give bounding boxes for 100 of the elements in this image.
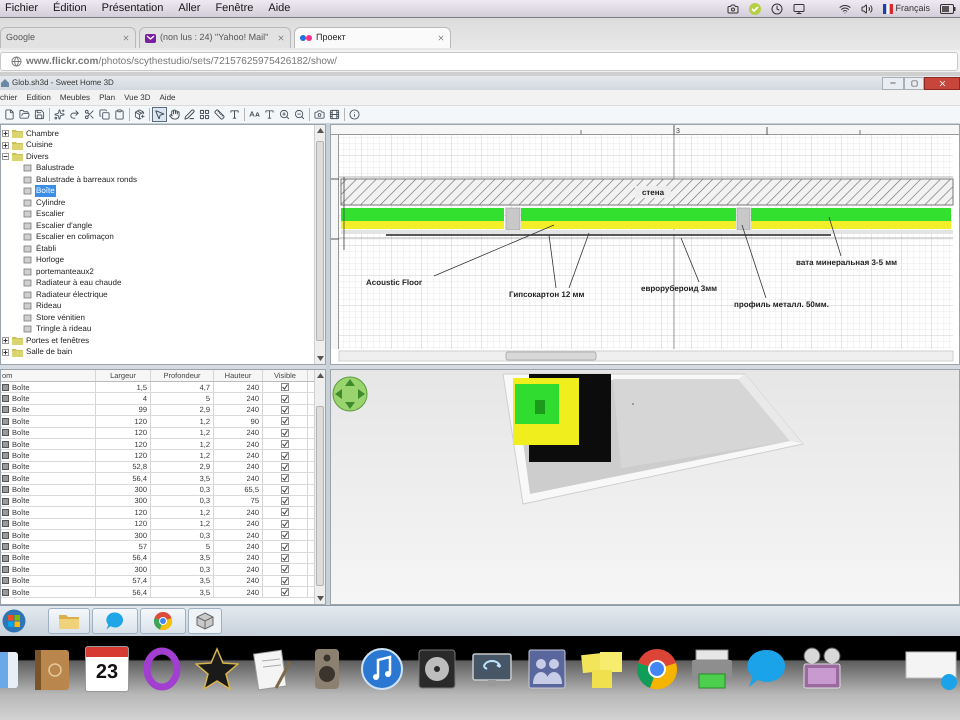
catalog-item[interactable]: Balustrade (35, 162, 76, 174)
check-badge-icon[interactable] (749, 2, 762, 14)
room-tool-button[interactable] (197, 107, 212, 122)
visible-checkbox[interactable] (281, 474, 289, 482)
visible-checkbox[interactable] (281, 542, 289, 551)
wifi-icon[interactable] (839, 2, 852, 14)
catalog-item[interactable]: Rideau (35, 300, 62, 312)
category-item[interactable]: Salle de bain (26, 346, 72, 358)
visible-checkbox[interactable] (281, 497, 289, 506)
paste-icon[interactable] (114, 109, 125, 120)
speaker-icon[interactable] (861, 2, 874, 14)
catalog-item[interactable]: portemanteaux2 (35, 266, 95, 278)
category-item[interactable]: Chambre (26, 128, 59, 140)
music-note-icon[interactable] (360, 646, 404, 692)
pan-tool-button[interactable] (167, 107, 182, 122)
taskbar-button[interactable] (92, 608, 138, 634)
category-item[interactable]: Divers (26, 150, 49, 163)
visible-checkbox[interactable] (281, 508, 289, 516)
browser-tab[interactable]: Google (0, 27, 136, 48)
horizontal-scrollbar[interactable] (338, 350, 954, 362)
dimension-tool-button[interactable] (212, 107, 227, 122)
scroll-up-icon[interactable] (316, 128, 324, 133)
plus-toggle-icon[interactable] (2, 337, 9, 344)
film-icon[interactable] (329, 109, 340, 120)
menu-item[interactable]: Fichier (5, 0, 38, 17)
catalog-item[interactable]: Escalier en colimaçon (35, 231, 115, 244)
visible-checkbox[interactable] (281, 565, 289, 574)
catalog-item[interactable]: Cylindre (35, 196, 66, 209)
save-icon[interactable] (34, 109, 45, 120)
visible-checkbox[interactable] (281, 462, 289, 471)
zoom-out-icon[interactable] (294, 109, 305, 120)
select-tool-button[interactable] (152, 107, 167, 122)
visible-checkbox[interactable] (281, 554, 289, 562)
browser-tab[interactable]: Проект (294, 27, 451, 48)
camera-icon[interactable] (314, 109, 325, 120)
menu-item[interactable]: Aide (159, 92, 176, 104)
catalog-item[interactable]: Radiateur électrique (35, 288, 109, 301)
sparkle-icon[interactable] (54, 109, 65, 120)
menu-item[interactable]: Aide (268, 0, 290, 17)
catalog-item[interactable]: Tringle à rideau (35, 323, 92, 336)
visible-checkbox[interactable] (281, 406, 289, 414)
start-orb-icon[interactable] (2, 609, 26, 633)
wall-tool-button[interactable] (182, 107, 197, 122)
menu-item[interactable]: Meubles (60, 92, 90, 104)
menu-item[interactable]: Édition (53, 0, 87, 17)
catalog-item[interactable]: Escalier (35, 208, 66, 220)
visible-checkbox[interactable] (281, 520, 289, 528)
text-size-icon[interactable] (249, 109, 260, 120)
menu-item[interactable]: chier (0, 92, 18, 104)
input-language[interactable]: Français (895, 2, 930, 16)
new-file-icon[interactable] (4, 109, 15, 120)
cut-icon[interactable] (84, 109, 95, 120)
browser-tab[interactable]: (non lus : 24) "Yahoo! Mail" (139, 27, 291, 48)
catalog-item[interactable]: Balustrade à barreaux ronds (35, 174, 138, 186)
catalog-item[interactable]: Établi (35, 242, 58, 255)
vertical-scrollbar[interactable] (314, 370, 325, 604)
vertical-scrollbar[interactable] (314, 125, 325, 364)
minus-toggle-icon[interactable] (2, 153, 9, 160)
catalog-item[interactable]: Escalier d'angle (35, 220, 94, 232)
catalog-item[interactable]: Store vénitien (35, 312, 86, 324)
menu-item[interactable]: Aller (178, 0, 200, 17)
wheel-logo-icon[interactable] (635, 646, 679, 692)
navigation-arrows-icon[interactable] (332, 376, 368, 412)
camera-icon[interactable] (727, 2, 740, 14)
catalog-item[interactable]: Horloge (35, 254, 66, 266)
flag-icon[interactable] (883, 4, 894, 14)
menu-item[interactable]: Fenêtre (215, 0, 254, 17)
visible-checkbox[interactable] (281, 428, 289, 437)
category-item[interactable]: Portes et fenêtres (26, 334, 90, 347)
tile-icon[interactable] (0, 650, 20, 690)
calendar-icon[interactable]: 23 (85, 646, 129, 692)
visible-checkbox[interactable] (281, 394, 289, 403)
zoom-in-icon[interactable] (279, 109, 290, 120)
visible-checkbox[interactable] (281, 576, 289, 585)
text-icon[interactable] (264, 109, 275, 120)
3d-view[interactable] (330, 369, 960, 605)
scroll-down-icon[interactable] (316, 596, 324, 601)
category-item[interactable]: Cuisine (26, 139, 53, 152)
menu-item[interactable]: Edition (26, 92, 51, 104)
close-button[interactable] (924, 76, 960, 90)
info-icon[interactable] (349, 109, 360, 120)
plus-toggle-icon[interactable] (2, 348, 9, 356)
scroll-up-icon[interactable] (316, 373, 324, 378)
visible-checkbox[interactable] (281, 440, 289, 448)
add-box-icon[interactable] (134, 109, 145, 120)
visible-checkbox[interactable] (281, 452, 289, 460)
star-icon[interactable] (195, 646, 239, 692)
visible-checkbox[interactable] (281, 531, 289, 540)
taskbar-button[interactable] (140, 608, 186, 634)
clock-icon[interactable] (771, 2, 784, 14)
menu-item[interactable]: Vue 3D (124, 92, 150, 104)
close-tab-icon[interactable] (437, 34, 445, 42)
plus-toggle-icon[interactable] (2, 142, 9, 149)
menu-item[interactable]: Présentation (102, 0, 164, 17)
copy-icon[interactable] (99, 109, 110, 120)
open-folder-icon[interactable] (19, 109, 30, 120)
taskbar-button[interactable] (188, 608, 222, 634)
battery-icon[interactable] (940, 4, 956, 14)
plus-toggle-icon[interactable] (2, 130, 9, 138)
redo-icon[interactable] (69, 109, 80, 120)
